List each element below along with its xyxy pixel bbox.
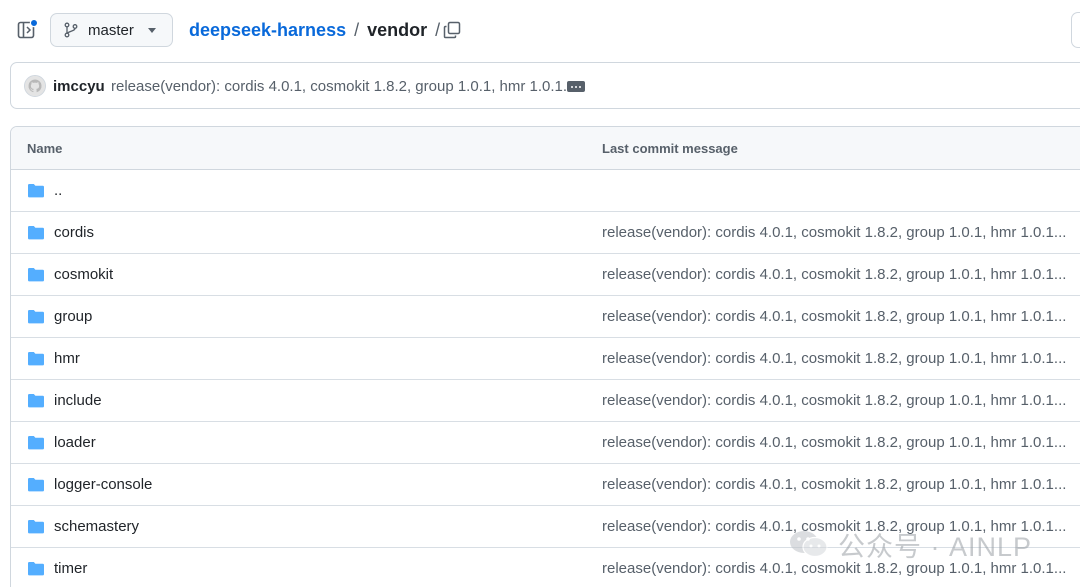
breadcrumb-trailing-separator: /	[435, 19, 441, 40]
file-commit-message-link[interactable]: release(vendor): cordis 4.0.1, cosmokit …	[602, 266, 1066, 283]
column-header-last-commit: Last commit message	[602, 141, 738, 156]
folder-icon	[28, 478, 44, 492]
table-row-cosmokit[interactable]: cosmokit release(vendor): cordis 4.0.1, c…	[11, 254, 1080, 296]
copy-path-button[interactable]	[442, 20, 462, 40]
file-name-link[interactable]: loader	[54, 434, 96, 451]
commit-author[interactable]: imccyu	[53, 78, 105, 95]
folder-icon	[28, 226, 44, 240]
table-row-loader[interactable]: loader release(vendor): cordis 4.0.1, cos…	[11, 422, 1080, 464]
folder-icon	[28, 268, 44, 282]
table-row-include[interactable]: include release(vendor): cordis 4.0.1, co…	[11, 380, 1080, 422]
branch-selector-button[interactable]: master	[50, 13, 173, 47]
breadcrumb-separator: /	[354, 19, 360, 40]
folder-icon	[28, 562, 44, 576]
file-name-link[interactable]: timer	[54, 560, 87, 577]
file-name-link[interactable]: hmr	[54, 350, 80, 367]
file-commit-message-link[interactable]: release(vendor): cordis 4.0.1, cosmokit …	[602, 518, 1066, 535]
github-avatar-icon	[25, 76, 45, 96]
file-commit-message-link[interactable]: release(vendor): cordis 4.0.1, cosmokit …	[602, 560, 1066, 577]
file-name-link[interactable]: logger-console	[54, 476, 152, 493]
file-commit-message-link[interactable]: release(vendor): cordis 4.0.1, cosmokit …	[602, 224, 1066, 241]
file-commit-message-link[interactable]: release(vendor): cordis 4.0.1, cosmokit …	[602, 476, 1066, 493]
file-table: Name Last commit message .. cordis releas…	[10, 126, 1080, 587]
file-commit-message-link[interactable]: release(vendor): cordis 4.0.1, cosmokit …	[602, 434, 1066, 451]
column-header-name: Name	[27, 141, 63, 156]
file-commit-message-link[interactable]: release(vendor): cordis 4.0.1, cosmokit …	[602, 350, 1066, 367]
breadcrumb-current-dir: vendor	[367, 19, 428, 40]
file-name-link[interactable]: include	[54, 392, 102, 409]
table-row-parent[interactable]: ..	[11, 170, 1080, 212]
table-row-schemastery[interactable]: schemastery release(vendor): cordis 4.0.1…	[11, 506, 1080, 548]
ellipsis-icon[interactable]	[567, 81, 585, 92]
file-commit-message-link[interactable]: release(vendor): cordis 4.0.1, cosmokit …	[602, 392, 1066, 409]
breadcrumb: deepseek-harness / vendor /	[189, 19, 448, 41]
author-avatar[interactable]	[24, 75, 46, 97]
file-name-link[interactable]: schemastery	[54, 518, 139, 535]
chevron-down-icon	[148, 28, 156, 33]
header-action-button[interactable]	[1071, 12, 1080, 48]
table-row-hmr[interactable]: hmr release(vendor): cordis 4.0.1, cosmok…	[11, 338, 1080, 380]
file-name-link[interactable]: cordis	[54, 224, 94, 241]
breadcrumb-repo-link[interactable]: deepseek-harness	[189, 20, 346, 41]
table-row-cordis[interactable]: cordis release(vendor): cordis 4.0.1, cos…	[11, 212, 1080, 254]
folder-icon	[28, 520, 44, 534]
folder-icon	[28, 310, 44, 324]
file-name-link[interactable]: group	[54, 308, 92, 325]
table-row-group[interactable]: group release(vendor): cordis 4.0.1, cosm…	[11, 296, 1080, 338]
parent-directory-link[interactable]: ..	[54, 182, 62, 199]
file-name-link[interactable]: cosmokit	[54, 266, 113, 283]
table-row-timer[interactable]: timer release(vendor): cordis 4.0.1, cosm…	[11, 548, 1080, 587]
commit-message[interactable]: release(vendor): cordis 4.0.1, cosmokit …	[111, 78, 575, 95]
copy-icon	[443, 21, 461, 39]
table-row-logger-console[interactable]: logger-console release(vendor): cordis 4.…	[11, 464, 1080, 506]
table-header: Name Last commit message	[11, 127, 1080, 170]
latest-commit-bar: imccyu release(vendor): cordis 4.0.1, co…	[10, 62, 1080, 109]
branch-name: master	[88, 21, 134, 39]
folder-icon	[28, 394, 44, 408]
file-commit-message-link[interactable]: release(vendor): cordis 4.0.1, cosmokit …	[602, 308, 1066, 325]
folder-icon	[28, 436, 44, 450]
folder-icon	[28, 352, 44, 366]
git-branch-icon	[64, 22, 78, 38]
sidebar-toggle-icon[interactable]	[17, 18, 39, 41]
top-bar: master deepseek-harness / vendor /	[0, 0, 1080, 60]
folder-icon	[28, 184, 44, 198]
